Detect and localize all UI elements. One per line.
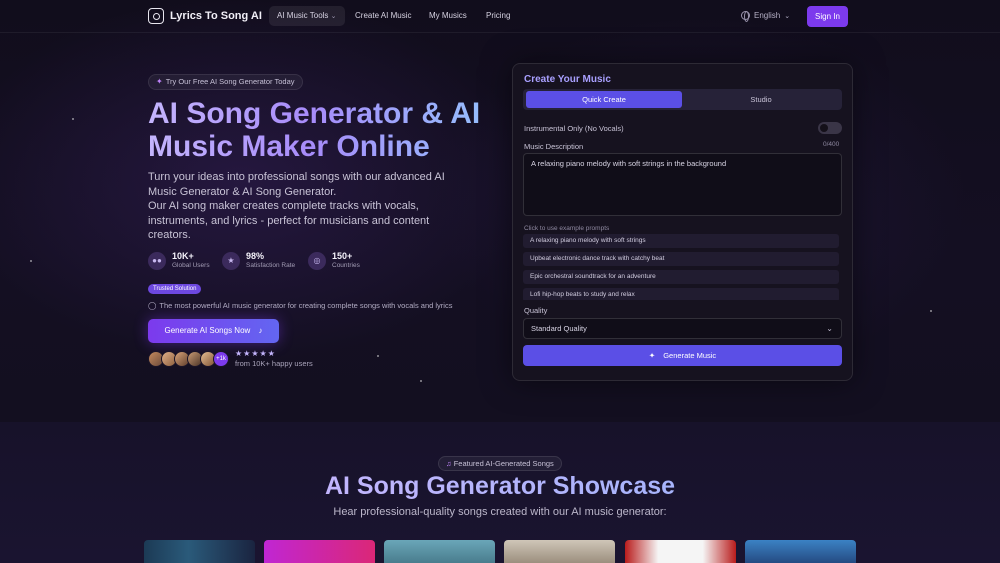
user-avatars: +1k bbox=[148, 351, 229, 367]
song-card[interactable] bbox=[384, 540, 495, 563]
instrumental-label: Instrumental Only (No Vocals) bbox=[524, 124, 624, 133]
sparkle-icon: ✦ bbox=[156, 77, 163, 86]
music-note-icon: ♪ bbox=[258, 326, 263, 335]
top-navbar: Lyrics To Song AI AI Music Tools ⌄ Creat… bbox=[0, 0, 1000, 33]
trusted-description: ◯ The most powerful AI music generator f… bbox=[148, 301, 452, 310]
nav-pricing[interactable]: Pricing bbox=[486, 6, 510, 26]
nav-my-musics[interactable]: My Musics bbox=[429, 6, 467, 26]
stat-countries-label: Countries bbox=[332, 262, 360, 269]
globe-icon bbox=[741, 11, 750, 22]
example-prompts-hint: Click to use example prompts bbox=[524, 225, 610, 232]
stat-users-label: Global Users bbox=[172, 262, 210, 269]
music-note-icon: ♫ bbox=[446, 459, 452, 468]
instrumental-toggle[interactable] bbox=[818, 122, 842, 134]
happy-users-text: from 10K+ happy users bbox=[235, 359, 313, 368]
rating-stars: ★★★★★ bbox=[235, 349, 276, 358]
trusted-description-text: The most powerful AI music generator for… bbox=[159, 301, 453, 310]
generate-music-label: Generate Music bbox=[663, 351, 717, 360]
logo-icon bbox=[148, 8, 164, 24]
example-prompt[interactable]: Epic orchestral soundtrack for an advent… bbox=[523, 270, 839, 284]
stat-satisfaction: ★ 98% Satisfaction Rate bbox=[222, 251, 295, 270]
song-card[interactable] bbox=[504, 540, 615, 563]
avatar-more-count: +1k bbox=[213, 351, 229, 367]
character-counter: 0/400 bbox=[823, 141, 840, 148]
tab-studio[interactable]: Studio bbox=[683, 91, 839, 108]
quality-select[interactable]: Standard Quality ⌄ bbox=[523, 318, 842, 339]
globe-icon: ◎ bbox=[308, 251, 326, 270]
stat-users: ●● 10K+ Global Users bbox=[148, 251, 210, 270]
hero-description-line-1: Turn your ideas into professional songs … bbox=[148, 171, 445, 198]
star-decoration bbox=[72, 118, 74, 120]
example-prompt[interactable]: Upbeat electronic dance track with catch… bbox=[523, 252, 839, 266]
language-selector[interactable]: English ⌄ bbox=[741, 11, 791, 22]
hero-pill-label: Try Our Free AI Song Generator Today bbox=[165, 77, 295, 86]
trusted-badge: Trusted Solution bbox=[148, 284, 202, 294]
showcase-title: AI Song Generator Showcase bbox=[0, 472, 1000, 501]
quality-value: Standard Quality bbox=[531, 324, 587, 333]
song-card[interactable] bbox=[264, 540, 375, 563]
star-decoration bbox=[930, 310, 932, 312]
hero-title: AI Song Generator & AI Music Maker Onlin… bbox=[148, 97, 508, 163]
song-card[interactable] bbox=[144, 540, 255, 563]
example-prompt[interactable]: A relaxing piano melody with soft string… bbox=[523, 234, 839, 248]
song-card[interactable] bbox=[625, 540, 736, 563]
star-decoration bbox=[30, 260, 32, 262]
showcase-pill-label: Featured AI-Generated Songs bbox=[453, 459, 554, 468]
song-card[interactable] bbox=[745, 540, 856, 563]
panel-title: Create Your Music bbox=[524, 74, 611, 85]
quality-label: Quality bbox=[524, 306, 548, 315]
showcase-pill: ♫ Featured AI-Generated Songs bbox=[438, 456, 562, 471]
stat-countries-value: 150+ bbox=[332, 251, 353, 261]
brand-logo[interactable]: Lyrics To Song AI bbox=[148, 8, 262, 24]
generate-ai-songs-button[interactable]: Generate AI Songs Now ♪ bbox=[148, 319, 279, 343]
cta-label: Generate AI Songs Now bbox=[164, 326, 251, 335]
example-prompts-list[interactable]: A relaxing piano melody with soft string… bbox=[523, 234, 842, 300]
tab-quick-create[interactable]: Quick Create bbox=[526, 91, 682, 108]
showcase-subtitle: Hear professional-quality songs created … bbox=[333, 506, 667, 518]
create-music-panel: Create Your Music Quick Create Studio In… bbox=[512, 63, 853, 381]
nav-ai-music-tools-label: AI Music Tools bbox=[277, 11, 329, 20]
sparkle-icon: ✦ bbox=[648, 351, 656, 360]
star-decoration bbox=[377, 355, 379, 357]
create-tabs: Quick Create Studio bbox=[523, 89, 842, 110]
language-label: English bbox=[754, 11, 781, 20]
award-icon: ★ bbox=[222, 251, 240, 270]
hero-pill: ✦ Try Our Free AI Song Generator Today bbox=[148, 74, 303, 90]
music-description-input[interactable]: A relaxing piano melody with soft string… bbox=[523, 153, 842, 216]
star-decoration bbox=[420, 380, 422, 382]
stat-satisfaction-value: 98% bbox=[246, 251, 265, 261]
nav-ai-music-tools[interactable]: AI Music Tools ⌄ bbox=[269, 6, 345, 26]
stat-countries: ◎ 150+ Countries bbox=[308, 251, 360, 270]
chevron-down-icon: ⌄ bbox=[784, 12, 791, 20]
users-icon: ●● bbox=[148, 251, 166, 270]
chevron-down-icon: ⌄ bbox=[330, 13, 337, 20]
shield-icon: ◯ bbox=[148, 301, 157, 310]
stat-satisfaction-label: Satisfaction Rate bbox=[246, 262, 296, 269]
generate-music-button[interactable]: ✦ Generate Music bbox=[523, 345, 842, 366]
stat-users-value: 10K+ bbox=[172, 251, 194, 261]
brand-name: Lyrics To Song AI bbox=[170, 10, 262, 22]
hero-description-line-2: Our AI song maker creates complete track… bbox=[148, 200, 430, 241]
description-label: Music Description bbox=[524, 142, 584, 151]
hero-description: Turn your ideas into professional songs … bbox=[148, 170, 453, 243]
sign-in-button[interactable]: Sign In bbox=[807, 6, 848, 27]
example-prompt[interactable]: Lofi hip-hop beats to study and relax bbox=[523, 288, 839, 300]
chevron-down-icon: ⌄ bbox=[826, 324, 833, 333]
nav-create-ai-music[interactable]: Create AI Music bbox=[355, 6, 411, 26]
